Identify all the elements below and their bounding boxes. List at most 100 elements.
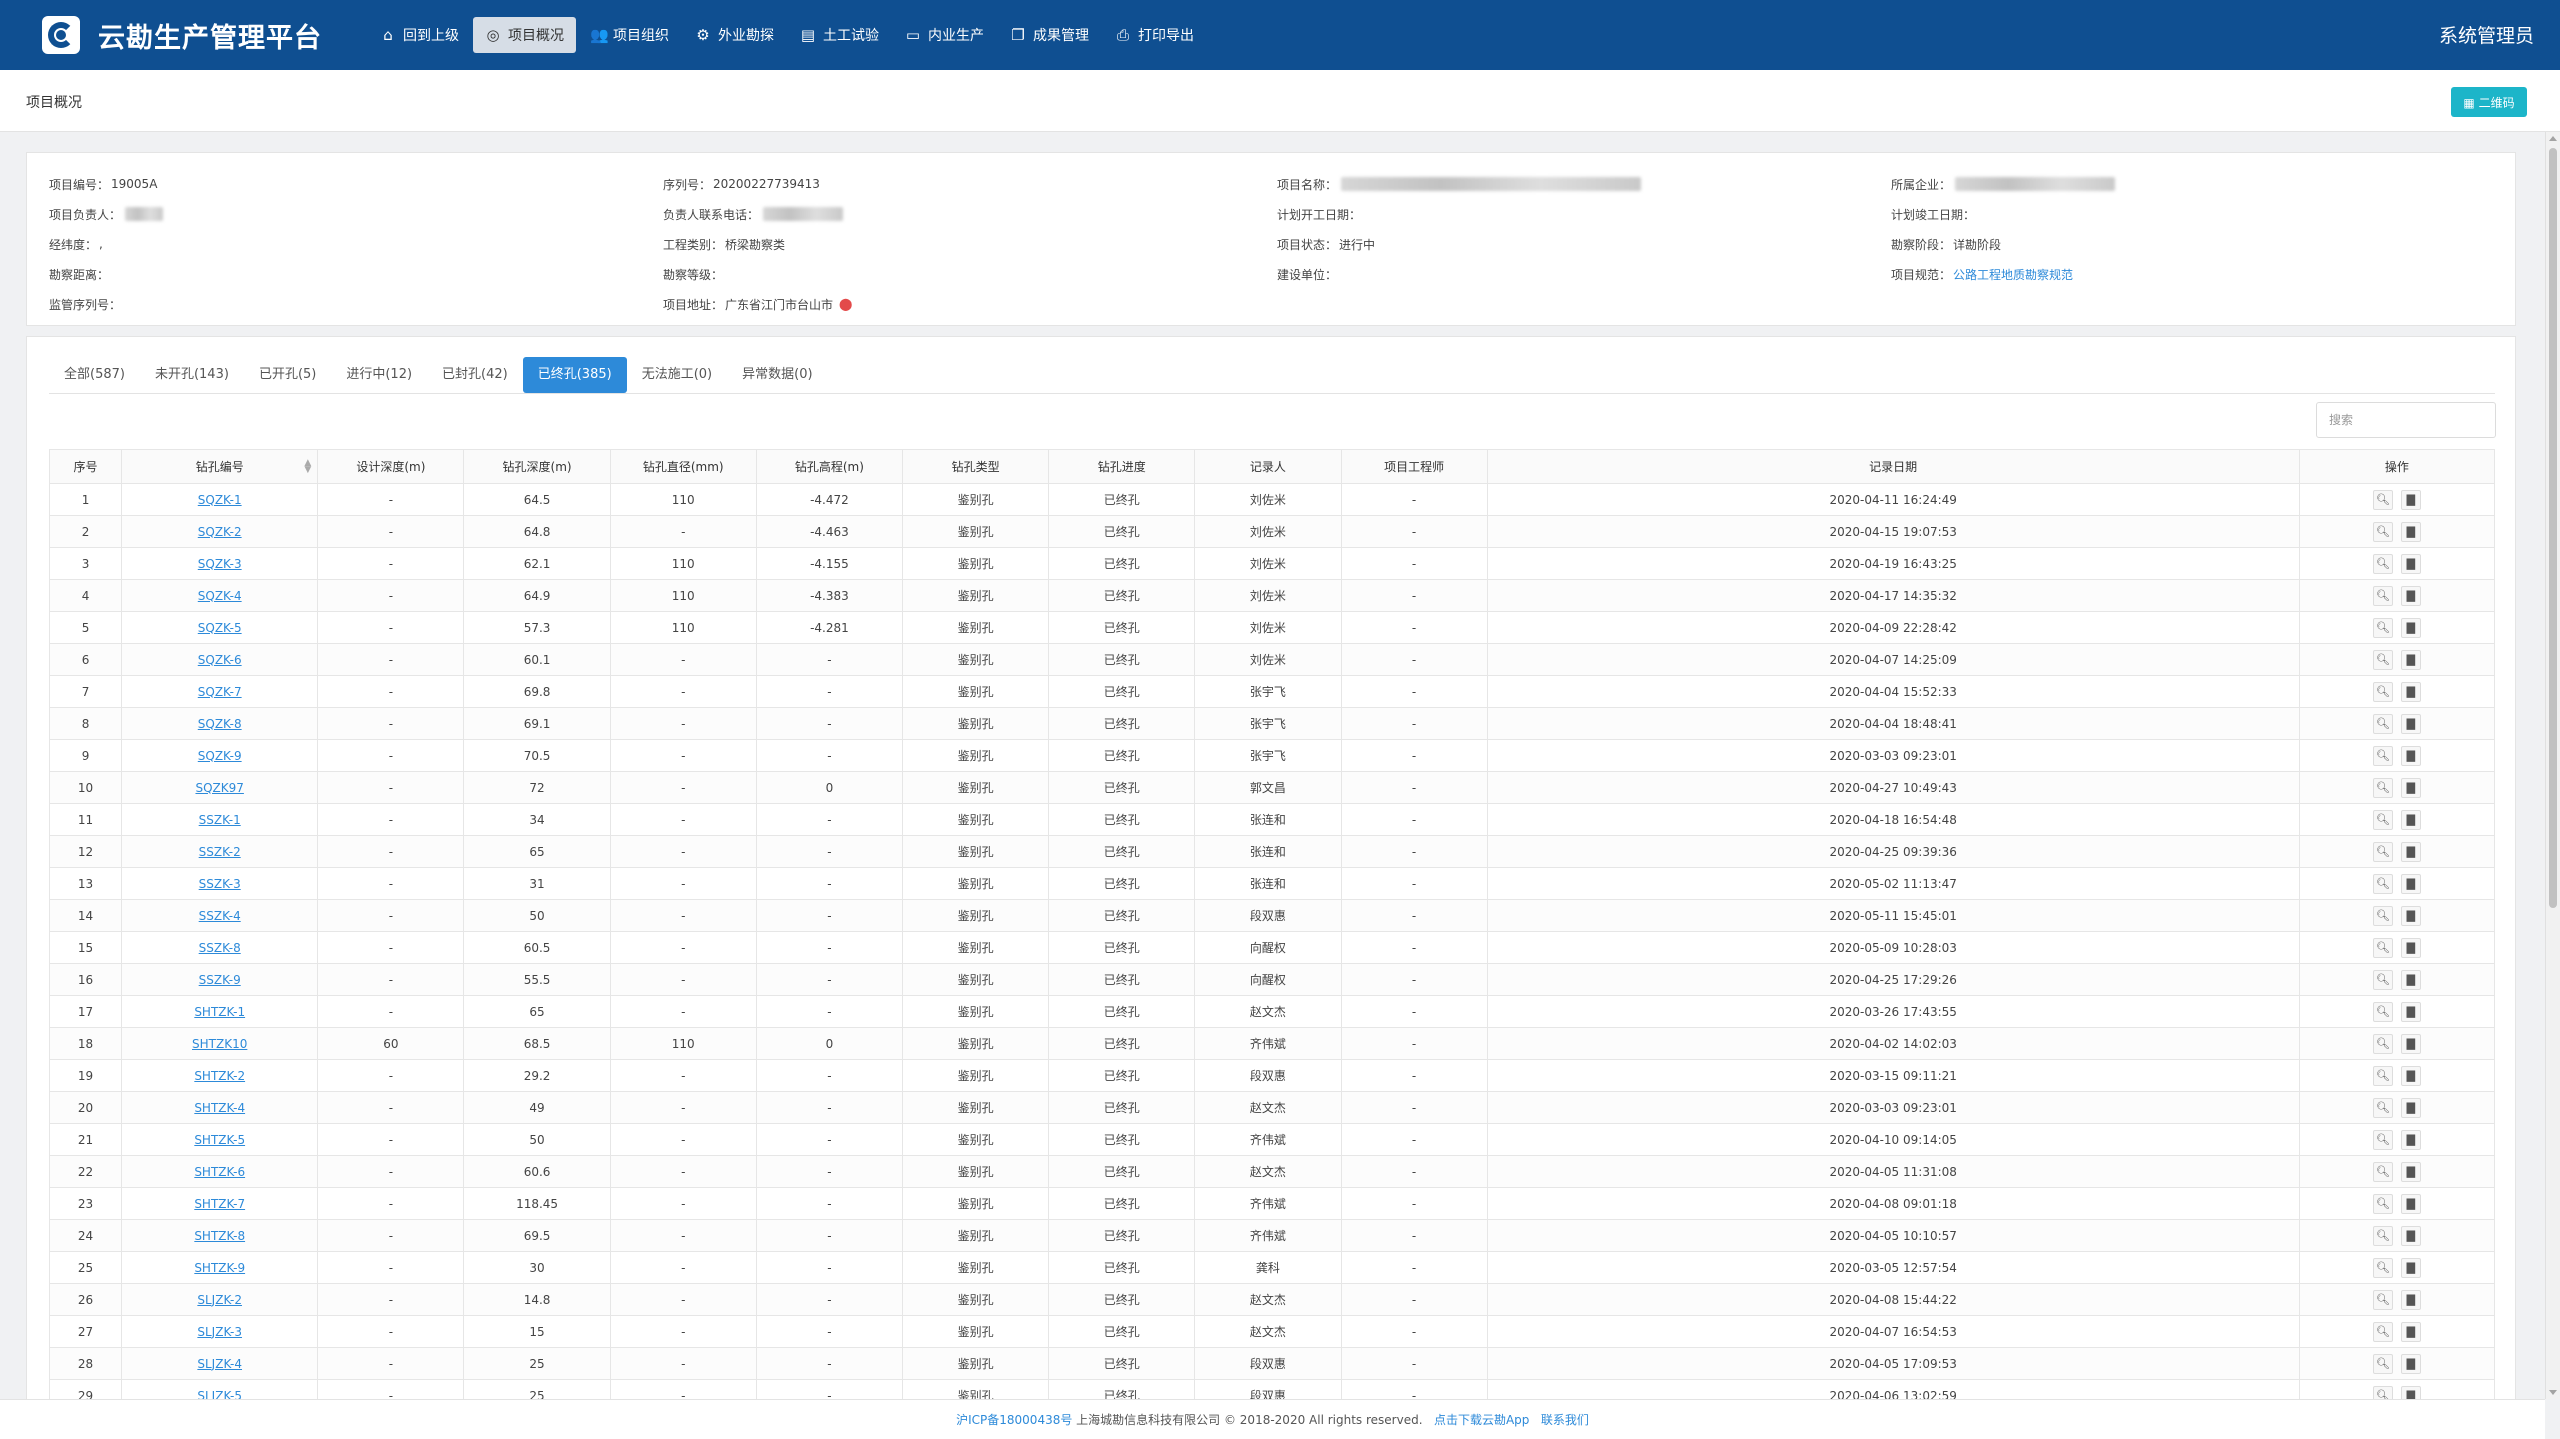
borehole-id-link[interactable]: SHTZK-1: [194, 1005, 245, 1019]
chart-icon[interactable]: ▇: [2400, 1129, 2421, 1150]
borehole-id-link[interactable]: SSZK-3: [199, 877, 241, 891]
chart-icon[interactable]: ▇: [2400, 1097, 2421, 1118]
scroll-thumb[interactable]: [2549, 148, 2557, 908]
chart-icon[interactable]: ▇: [2400, 1033, 2421, 1054]
borehole-id-link[interactable]: SQZK-3: [198, 557, 242, 571]
contact-link[interactable]: 联系我们: [1541, 1413, 1589, 1427]
user-menu[interactable]: 系统管理员: [2439, 21, 2534, 48]
borehole-id-link[interactable]: SQZK-6: [198, 653, 242, 667]
chart-icon[interactable]: ▇: [2400, 489, 2421, 510]
chart-icon[interactable]: ▇: [2400, 649, 2421, 670]
view-icon[interactable]: 🔍︎: [2372, 969, 2393, 990]
nav-office-production[interactable]: ▭ 内业生产: [893, 17, 996, 53]
chart-icon[interactable]: ▇: [2400, 745, 2421, 766]
view-icon[interactable]: 🔍︎: [2372, 617, 2393, 638]
chart-icon[interactable]: ▇: [2400, 1321, 2421, 1342]
qrcode-button[interactable]: ▦ 二维码: [2451, 87, 2527, 117]
tab-opened[interactable]: 已开孔(5): [244, 357, 331, 393]
tab-finished[interactable]: 已终孔(385): [522, 357, 627, 393]
chart-icon[interactable]: ▇: [2400, 1225, 2421, 1246]
borehole-id-link[interactable]: SSZK-4: [199, 909, 241, 923]
chart-icon[interactable]: ▇: [2400, 713, 2421, 734]
scroll-up-icon[interactable]: [2549, 136, 2557, 141]
nav-back[interactable]: ⌂ 回到上级: [368, 17, 471, 53]
view-icon[interactable]: 🔍︎: [2372, 489, 2393, 510]
borehole-id-link[interactable]: SSZK-1: [199, 813, 241, 827]
view-icon[interactable]: 🔍︎: [2372, 873, 2393, 894]
view-icon[interactable]: 🔍︎: [2372, 1033, 2393, 1054]
nav-project-overview[interactable]: ◎ 项目概况: [473, 17, 576, 53]
vertical-scrollbar[interactable]: [2545, 132, 2560, 1399]
view-icon[interactable]: 🔍︎: [2372, 1225, 2393, 1246]
borehole-id-link[interactable]: SQZK97: [195, 781, 243, 795]
view-icon[interactable]: 🔍︎: [2372, 1193, 2393, 1214]
chart-icon[interactable]: ▇: [2400, 777, 2421, 798]
view-icon[interactable]: 🔍︎: [2372, 649, 2393, 670]
tab-in-progress[interactable]: 进行中(12): [331, 357, 427, 393]
tab-sealed[interactable]: 已封孔(42): [427, 357, 523, 393]
borehole-id-link[interactable]: SHTZK-6: [194, 1165, 245, 1179]
chart-icon[interactable]: ▇: [2400, 841, 2421, 862]
borehole-id-link[interactable]: SSZK-2: [199, 845, 241, 859]
tab-abnormal[interactable]: 异常数据(0): [727, 357, 827, 393]
nav-print-export[interactable]: ⎙ 打印导出: [1103, 17, 1206, 53]
chart-icon[interactable]: ▇: [2400, 905, 2421, 926]
sort-icon[interactable]: ▲ ▼: [304, 459, 311, 475]
view-icon[interactable]: 🔍︎: [2372, 937, 2393, 958]
borehole-id-link[interactable]: SLJZK-3: [197, 1325, 242, 1339]
chart-icon[interactable]: ▇: [2400, 1065, 2421, 1086]
view-icon[interactable]: 🔍︎: [2372, 521, 2393, 542]
borehole-id-link[interactable]: SQZK-7: [198, 685, 242, 699]
borehole-id-link[interactable]: SHTZK-5: [194, 1133, 245, 1147]
chart-icon[interactable]: ▇: [2400, 681, 2421, 702]
view-icon[interactable]: 🔍︎: [2372, 1001, 2393, 1022]
borehole-id-link[interactable]: SQZK-1: [198, 493, 242, 507]
view-icon[interactable]: 🔍︎: [2372, 1321, 2393, 1342]
view-icon[interactable]: 🔍︎: [2372, 681, 2393, 702]
chart-icon[interactable]: ▇: [2400, 585, 2421, 606]
view-icon[interactable]: 🔍︎: [2372, 841, 2393, 862]
view-icon[interactable]: 🔍︎: [2372, 585, 2393, 606]
view-icon[interactable]: 🔍︎: [2372, 777, 2393, 798]
tab-cannot-construct[interactable]: 无法施工(0): [627, 357, 727, 393]
chart-icon[interactable]: ▇: [2400, 969, 2421, 990]
tab-not-opened[interactable]: 未开孔(143): [140, 357, 244, 393]
download-app-link[interactable]: 点击下载云勘App: [1434, 1413, 1529, 1427]
view-icon[interactable]: 🔍︎: [2372, 1161, 2393, 1182]
borehole-id-link[interactable]: SHTZK-8: [194, 1229, 245, 1243]
scroll-down-icon[interactable]: [2549, 1390, 2557, 1395]
chart-icon[interactable]: ▇: [2400, 521, 2421, 542]
borehole-id-link[interactable]: SQZK-9: [198, 749, 242, 763]
borehole-id-link[interactable]: SSZK-9: [199, 973, 241, 987]
chart-icon[interactable]: ▇: [2400, 1001, 2421, 1022]
chart-icon[interactable]: ▇: [2400, 553, 2421, 574]
chart-icon[interactable]: ▇: [2400, 937, 2421, 958]
nav-field-survey[interactable]: ⚙ 外业勘探: [683, 17, 786, 53]
chart-icon[interactable]: ▇: [2400, 1353, 2421, 1374]
nav-results[interactable]: ❐ 成果管理: [998, 17, 1101, 53]
search-input[interactable]: 搜索: [2316, 402, 2496, 438]
view-icon[interactable]: 🔍︎: [2372, 713, 2393, 734]
location-pin-icon[interactable]: ⬤: [839, 297, 852, 311]
borehole-id-link[interactable]: SHTZK-2: [194, 1069, 245, 1083]
view-icon[interactable]: 🔍︎: [2372, 1129, 2393, 1150]
chart-icon[interactable]: ▇: [2400, 809, 2421, 830]
view-icon[interactable]: 🔍︎: [2372, 1065, 2393, 1086]
borehole-id-link[interactable]: SHTZK-4: [194, 1101, 245, 1115]
borehole-id-link[interactable]: SQZK-8: [198, 717, 242, 731]
borehole-id-link[interactable]: SSZK-8: [199, 941, 241, 955]
view-icon[interactable]: 🔍︎: [2372, 1353, 2393, 1374]
chart-icon[interactable]: ▇: [2400, 617, 2421, 638]
borehole-id-link[interactable]: SHTZK-7: [194, 1197, 245, 1211]
norm-link[interactable]: 公路工程地质勘察规范: [1953, 266, 2073, 283]
view-icon[interactable]: 🔍︎: [2372, 1097, 2393, 1118]
borehole-id-link[interactable]: SHTZK10: [192, 1037, 247, 1051]
chart-icon[interactable]: ▇: [2400, 873, 2421, 894]
borehole-id-link[interactable]: SHTZK-9: [194, 1261, 245, 1275]
borehole-id-link[interactable]: SQZK-2: [198, 525, 242, 539]
chart-icon[interactable]: ▇: [2400, 1193, 2421, 1214]
tab-all[interactable]: 全部(587): [49, 357, 140, 393]
nav-soil-test[interactable]: ▤ 土工试验: [788, 17, 891, 53]
view-icon[interactable]: 🔍︎: [2372, 745, 2393, 766]
view-icon[interactable]: 🔍︎: [2372, 1289, 2393, 1310]
